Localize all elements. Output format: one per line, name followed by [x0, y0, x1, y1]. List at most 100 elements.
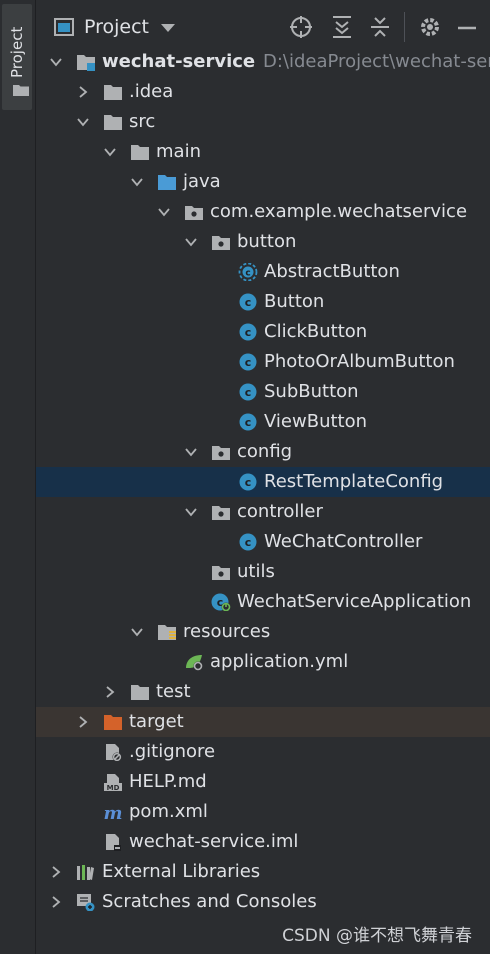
tree-node[interactable]: main: [36, 137, 490, 167]
project-window-icon: [54, 18, 74, 36]
svg-text:c: c: [245, 536, 252, 549]
tree-node[interactable]: button: [36, 227, 490, 257]
tree-node[interactable]: test: [36, 677, 490, 707]
libraries-icon: [77, 865, 94, 880]
tree-node[interactable]: c RestTemplateConfig: [36, 467, 490, 497]
svg-text:c: c: [245, 356, 252, 369]
tree-node-label: main: [156, 141, 201, 162]
tree-node[interactable]: Scratches and Consoles: [36, 887, 490, 917]
svg-text:c: c: [245, 296, 252, 309]
package-icon: [212, 446, 230, 460]
tree-node-label: PhotoOrAlbumButton: [264, 351, 455, 372]
chevron-right-icon[interactable]: [77, 86, 89, 98]
tree-node[interactable]: src: [36, 107, 490, 137]
excluded-folder-icon: [104, 715, 122, 730]
tree-node-label: Button: [264, 291, 325, 312]
tree-node-label: src: [129, 111, 156, 132]
tree-node-label: utils: [237, 561, 275, 582]
gitignore-file-icon: [106, 744, 122, 761]
class-icon: c: [239, 383, 257, 401]
locate-icon[interactable]: [288, 14, 314, 40]
tree-node[interactable]: External Libraries: [36, 857, 490, 887]
tree-node-label: java: [183, 171, 221, 192]
tree-node-label: .gitignore: [129, 741, 216, 762]
tree-node-label: resources: [183, 621, 271, 642]
tree-node[interactable]: .gitignore: [36, 737, 490, 767]
minimize-icon[interactable]: [454, 14, 480, 40]
tree-node[interactable]: m pom.xml: [36, 797, 490, 827]
chevron-down-icon[interactable]: [104, 146, 116, 158]
tree-node-label: com.example.wechatservice: [210, 201, 468, 222]
tree-node[interactable]: wechat-service D:\ideaProject\wechat-serv…: [36, 47, 490, 77]
chevron-right-icon[interactable]: [77, 716, 89, 728]
collapse-all-icon[interactable]: [367, 14, 393, 40]
class-icon: c: [239, 533, 257, 551]
tree-node[interactable]: c Button: [36, 287, 490, 317]
resources-folder-icon: [158, 625, 176, 640]
project-view-title[interactable]: Project: [84, 16, 149, 38]
class-icon: c: [239, 413, 257, 431]
tree-node-label: config: [237, 441, 293, 462]
spring-yml-icon: [186, 655, 203, 671]
tree-node-label: controller: [237, 501, 323, 522]
chevron-down-icon[interactable]: [185, 446, 197, 458]
svg-text:c: c: [245, 416, 252, 429]
tree-node-label: ClickButton: [264, 321, 368, 342]
tree-node[interactable]: config: [36, 437, 490, 467]
package-icon: [212, 236, 230, 250]
tree-node[interactable]: c ClickButton: [36, 317, 490, 347]
gear-icon[interactable]: [417, 14, 443, 40]
tree-node[interactable]: utils: [36, 557, 490, 587]
tree-node[interactable]: com.example.wechatservice: [36, 197, 490, 227]
tree-node[interactable]: c WechatServiceApplication: [36, 587, 490, 617]
chevron-down-icon[interactable]: [131, 176, 143, 188]
tree-node[interactable]: java: [36, 167, 490, 197]
folder-icon: [13, 85, 29, 96]
class-icon: c: [239, 323, 257, 341]
project-tool-tab-label: Project: [8, 26, 26, 78]
tree-node[interactable]: c SubButton: [36, 377, 490, 407]
maven-file-icon: m: [103, 803, 122, 821]
chevron-down-icon[interactable]: [131, 626, 143, 638]
expand-all-icon[interactable]: [329, 14, 355, 40]
project-panel: Project wechat-service D:\ideaProject\wec…: [36, 0, 490, 954]
chevron-down-icon[interactable]: [158, 206, 170, 218]
chevron-down-icon[interactable]: [50, 56, 62, 68]
tree-node[interactable]: MD HELP.md: [36, 767, 490, 797]
chevron-down-icon[interactable]: [161, 24, 175, 32]
class-icon: c: [239, 353, 257, 371]
chevron-right-icon[interactable]: [50, 866, 62, 878]
folder-icon: [104, 85, 122, 100]
tree-node[interactable]: c WeChatController: [36, 527, 490, 557]
svg-text:c: c: [245, 476, 252, 489]
tree-node[interactable]: wechat-service.iml: [36, 827, 490, 857]
tree-node-label: wechat-service.iml: [129, 831, 299, 852]
csdn-watermark: CSDN @谁不想飞舞青春: [282, 926, 472, 946]
svg-text:c: c: [245, 386, 252, 399]
folder-icon: [131, 145, 149, 160]
chevron-down-icon[interactable]: [185, 236, 197, 248]
chevron-right-icon[interactable]: [104, 686, 116, 698]
tree-node-label: RestTemplateConfig: [264, 471, 444, 492]
tree-node[interactable]: c ViewButton: [36, 407, 490, 437]
tree-node[interactable]: resources: [36, 617, 490, 647]
chevron-down-icon[interactable]: [77, 116, 89, 128]
chevron-down-icon[interactable]: [185, 506, 197, 518]
tree-node[interactable]: application.yml: [36, 647, 490, 677]
tree-node-label: AbstractButton: [264, 261, 400, 282]
package-icon: [212, 566, 230, 580]
tool-window-stripe: Project: [0, 0, 36, 954]
tree-node-label: WechatServiceApplication: [237, 591, 472, 612]
tree-node[interactable]: c PhotoOrAlbumButton: [36, 347, 490, 377]
tree-node[interactable]: controller: [36, 497, 490, 527]
project-tool-tab[interactable]: Project: [2, 4, 32, 110]
tree-node[interactable]: .idea: [36, 77, 490, 107]
tree-node[interactable]: c AbstractButton: [36, 257, 490, 287]
tree-node-label: test: [156, 681, 191, 702]
class-icon: c: [239, 293, 257, 311]
svg-text:MD: MD: [107, 784, 120, 791]
tree-node-label: Scratches and Consoles: [102, 891, 317, 912]
tree-node[interactable]: target: [36, 707, 490, 737]
folder-icon: [131, 685, 149, 700]
chevron-right-icon[interactable]: [50, 896, 62, 908]
